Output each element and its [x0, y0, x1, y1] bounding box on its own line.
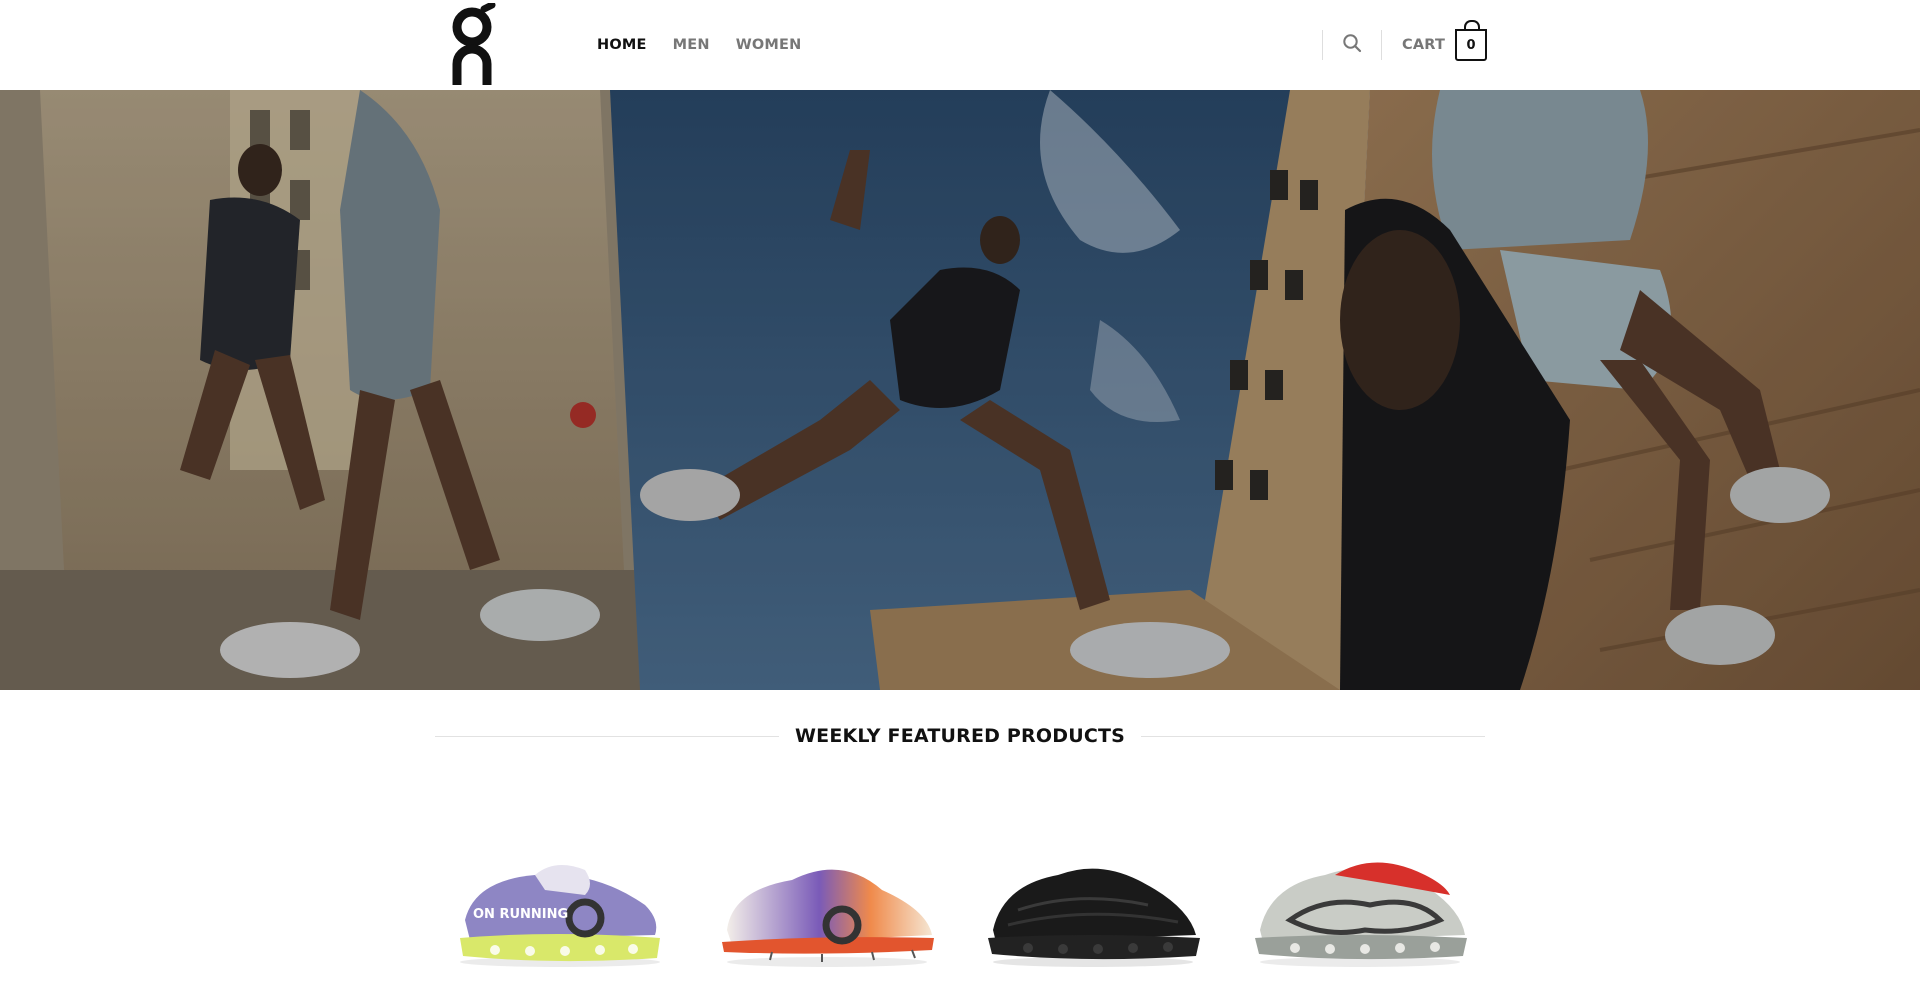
title-divider-left — [435, 735, 779, 737]
featured-products: ON RUNNING — [435, 840, 1485, 993]
cart-button[interactable]: CART 0 — [1402, 20, 1488, 61]
hero-banner[interactable] — [0, 90, 1920, 690]
cart-count-badge: 0 — [1455, 20, 1488, 61]
featured-title: WEEKLY FEATURED PRODUCTS — [794, 725, 1126, 747]
title-divider-right — [1141, 735, 1485, 737]
site-header: HOME MEN WOMEN CART 0 — [0, 0, 1920, 90]
featured-header: WEEKLY FEATURED PRODUCTS — [435, 720, 1485, 752]
search-button[interactable] — [1323, 23, 1381, 67]
product-card-2[interactable] — [702, 840, 952, 993]
shoe-image-3 — [988, 868, 1201, 967]
nav-item-women[interactable]: WOMEN — [736, 37, 802, 53]
search-icon — [1342, 33, 1362, 57]
shoe-print-text: ON RUNNING — [473, 907, 568, 922]
cart-label: CART — [1402, 37, 1446, 53]
main-nav: HOME MEN WOMEN — [597, 0, 801, 90]
shoe-image-1: ON RUNNING — [460, 865, 660, 967]
product-card-4[interactable] — [1235, 840, 1485, 993]
header-tools: CART 0 — [1322, 0, 1488, 90]
nav-item-men[interactable]: MEN — [673, 37, 710, 53]
shoe-image-4 — [1254, 862, 1467, 967]
on-logo-icon[interactable] — [448, 1, 500, 87]
product-card-1[interactable]: ON RUNNING — [435, 840, 685, 993]
shoe-image-2 — [721, 869, 934, 967]
header-divider — [1381, 30, 1382, 60]
product-card-3[interactable] — [968, 840, 1218, 993]
nav-item-home[interactable]: HOME — [597, 37, 647, 53]
